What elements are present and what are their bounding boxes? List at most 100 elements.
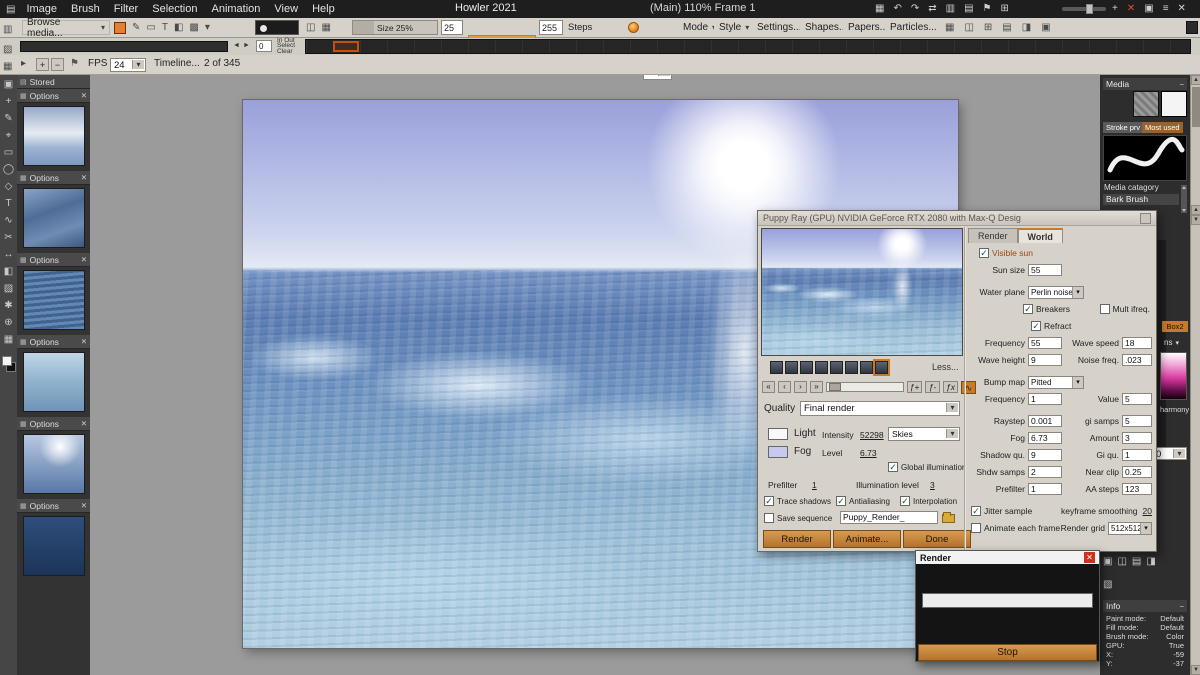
toolbar-end-button[interactable] <box>1186 21 1198 34</box>
close-icon[interactable]: ✕ <box>1178 0 1186 18</box>
next-frame-button[interactable]: › <box>794 381 807 393</box>
rect-tool-icon[interactable]: ▭ <box>146 19 155 37</box>
raystep-input[interactable]: 0.001 <box>1028 415 1062 427</box>
mirror-icon[interactable]: ◫ <box>306 19 315 37</box>
level-value[interactable]: 6.73 <box>860 448 877 458</box>
fog-input[interactable]: 6.73 <box>1028 432 1062 444</box>
sphere-icon[interactable]: ◨ <box>1146 553 1155 571</box>
wave-height-input[interactable]: 9 <box>1028 354 1062 366</box>
toolbar-corner-icon[interactable]: ▥ <box>3 21 12 36</box>
undo-icon[interactable]: ↶ <box>893 0 901 18</box>
mult-ifreq-checkbox[interactable]: Mult ifreq. <box>1100 304 1150 314</box>
browse-media-button[interactable]: Browse media... <box>22 20 110 35</box>
inout-controls[interactable]: In Out Select Clear <box>277 38 295 54</box>
foreground-color-swatch[interactable] <box>2 356 12 366</box>
lasso-tool-icon[interactable]: ◇ <box>2 180 16 194</box>
timeline-frame-strip[interactable] <box>305 39 1191 54</box>
media-thumbnail[interactable] <box>23 188 85 248</box>
water-plane-select[interactable]: Perlin noise <box>1028 286 1084 299</box>
opacity-value-field[interactable]: 255 <box>539 20 563 35</box>
progress-close-button[interactable]: ✕ <box>1084 552 1095 563</box>
near-clip-input[interactable]: 0.25 <box>1122 466 1152 478</box>
symmetry-icon[interactable]: ◫ <box>964 19 973 37</box>
antialiasing-checkbox[interactable]: Antialiasing <box>836 496 890 506</box>
tab-render[interactable]: Render <box>968 228 1018 243</box>
swatch-panel-icon[interactable]: ▣ <box>1041 19 1050 37</box>
options-header[interactable]: ▦Options✕ <box>17 171 90 185</box>
gi-qu-input[interactable]: 1 <box>1122 449 1152 461</box>
harmony-select[interactable]: 0 <box>1152 447 1187 460</box>
quality-select[interactable]: Final render <box>800 401 960 416</box>
fg-bg-swatches[interactable] <box>2 356 16 372</box>
move-tool-icon[interactable]: + <box>2 95 16 109</box>
frequency-input[interactable]: 55 <box>1028 337 1062 349</box>
panel-toggle-icon[interactable]: ▣ <box>1144 0 1153 18</box>
preview-mode-3[interactable] <box>800 361 813 374</box>
scrub-track[interactable] <box>20 41 228 52</box>
tab-world[interactable]: World <box>1018 228 1063 243</box>
close-red-icon[interactable]: ✕ <box>1127 0 1135 18</box>
grid-tool-icon[interactable]: ▦ <box>2 333 16 347</box>
keyframe-clear-button[interactable]: ƒx <box>943 381 958 393</box>
pencil-icon[interactable]: ✎ <box>132 19 140 37</box>
box2-badge[interactable]: Box2 <box>1162 321 1188 332</box>
preview-mode-5[interactable] <box>830 361 843 374</box>
color-gradient-picker[interactable] <box>1160 352 1187 400</box>
visible-sun-checkbox[interactable]: Visible sun <box>979 248 1033 258</box>
text-tool-icon[interactable]: T <box>2 197 16 211</box>
render-grid-select[interactable]: 512x512 <box>1108 522 1152 535</box>
value-input[interactable]: 5 <box>1122 393 1152 405</box>
current-frame-marker[interactable] <box>333 41 359 52</box>
grid-toggle-icon[interactable]: ⊞ <box>984 19 992 37</box>
menu-item-help[interactable]: Help <box>305 0 342 18</box>
picker-tool-icon[interactable]: ⌖ <box>2 129 16 143</box>
sun-size-input[interactable]: 55 <box>1028 264 1062 276</box>
first-frame-button[interactable]: « <box>762 381 775 393</box>
trace-shadows-checkbox[interactable]: Trace shadows <box>764 496 831 506</box>
options-header[interactable]: ▦Options✕ <box>17 253 90 267</box>
wave-speed-input[interactable]: 18 <box>1122 337 1152 349</box>
options-header[interactable]: ▦Options✕ <box>17 417 90 431</box>
dialog-title-bar[interactable]: Puppy Ray (GPU) NVIDIA GeForce RTX 2080 … <box>758 211 1156 226</box>
remove-frame-button[interactable]: − <box>51 58 64 71</box>
close-icon[interactable]: ✕ <box>81 501 87 510</box>
close-icon[interactable]: ✕ <box>81 91 87 100</box>
scroll-thumb[interactable] <box>1192 87 1200 127</box>
folder-icon[interactable] <box>942 514 955 523</box>
swap-screens-icon[interactable]: ⇄ <box>928 0 936 18</box>
glow-icon[interactable] <box>628 22 639 33</box>
collapse-icon[interactable]: − <box>1179 80 1184 89</box>
style-select[interactable]: Style <box>714 20 754 35</box>
animate-button[interactable]: Animate... <box>833 530 901 548</box>
noise-freq-input[interactable]: .023 <box>1122 354 1152 366</box>
cylinder-icon[interactable]: ◫ <box>1117 553 1126 571</box>
preview-mode-2[interactable] <box>785 361 798 374</box>
right-scrollbar[interactable]: ▲ ▲ ▼ ▼ <box>1190 75 1200 675</box>
scrub-prev-icon[interactable]: ◄ <box>233 42 240 49</box>
menu-item-image[interactable]: Image <box>19 0 64 18</box>
size-slider[interactable]: Size 25% <box>352 20 438 35</box>
clone-tool-icon[interactable]: ⊕ <box>2 316 16 330</box>
last-frame-button[interactable]: » <box>810 381 823 393</box>
collapse-icon[interactable]: − <box>1179 602 1184 611</box>
tab-stroke-prv[interactable]: Stroke prv <box>1103 122 1143 133</box>
breakers-checkbox[interactable]: Breakers <box>1023 304 1070 314</box>
jitter-sample-checkbox[interactable]: Jitter sample <box>971 506 1032 516</box>
gi-samps-input[interactable]: 5 <box>1122 415 1152 427</box>
preview-mode-8[interactable] <box>875 361 888 374</box>
brush-list-item[interactable]: Bark Brush <box>1103 194 1179 205</box>
gradient-tool-icon[interactable]: ◧ <box>2 265 16 279</box>
keyframe-smoothing-value[interactable]: 20 <box>1143 506 1152 516</box>
timeline-button[interactable]: Timeline... <box>154 58 200 69</box>
scroll-down-icon[interactable]: ▼ <box>1191 215 1200 225</box>
ellipse-select-icon[interactable]: ◯ <box>2 163 16 177</box>
pencil-tool-icon[interactable]: ✎ <box>2 112 16 126</box>
global-illumination-checkbox[interactable]: Global illumination <box>888 462 966 472</box>
dialog-close-button[interactable] <box>1140 213 1151 224</box>
add-frame-button[interactable]: + <box>36 58 49 71</box>
menu-item-filter[interactable]: Filter <box>107 0 145 18</box>
media-thumbnail[interactable] <box>23 516 85 576</box>
fullscreen-icon[interactable]: ⊞ <box>1001 0 1009 18</box>
curve-tool-icon[interactable]: ∿ <box>2 214 16 228</box>
options-header[interactable]: ▦Options✕ <box>17 335 90 349</box>
